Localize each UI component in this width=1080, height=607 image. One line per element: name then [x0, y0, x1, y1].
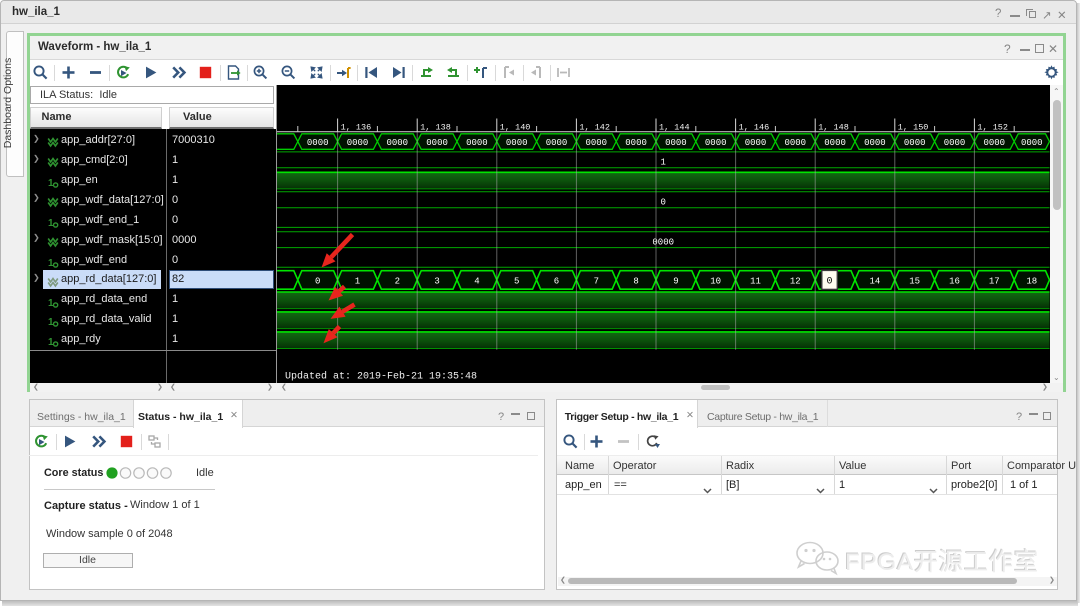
svg-text:14: 14	[869, 276, 880, 286]
svg-text:7: 7	[594, 276, 599, 286]
svg-text:1, 152: 1, 152	[977, 122, 1008, 132]
svg-text:2: 2	[395, 276, 400, 286]
svg-text:0: 0	[660, 197, 665, 207]
svg-text:1, 140: 1, 140	[500, 122, 531, 132]
svg-text:0000: 0000	[983, 138, 1005, 148]
svg-text:0000: 0000	[546, 138, 568, 148]
svg-text:0: 0	[826, 277, 832, 288]
svg-text:1, 146: 1, 146	[739, 122, 770, 132]
svg-text:11: 11	[750, 276, 761, 286]
svg-text:0000: 0000	[585, 138, 607, 148]
svg-text:0000: 0000	[705, 138, 727, 148]
svg-text:0000: 0000	[625, 138, 647, 148]
svg-text:8: 8	[633, 276, 638, 286]
svg-text:0000: 0000	[745, 138, 767, 148]
svg-text:1, 150: 1, 150	[898, 122, 929, 132]
svg-text:0000: 0000	[307, 138, 329, 148]
svg-text:10: 10	[710, 276, 721, 286]
svg-text:1, 142: 1, 142	[579, 122, 610, 132]
svg-text:1, 148: 1, 148	[818, 122, 849, 132]
svg-text:0000: 0000	[1021, 138, 1043, 148]
svg-text:12: 12	[790, 276, 801, 286]
svg-text:0000: 0000	[506, 138, 528, 148]
svg-text:0000: 0000	[904, 138, 926, 148]
svg-text:Updated at: 2019-Feb-21 19:35:: Updated at: 2019-Feb-21 19:35:48	[285, 370, 477, 382]
svg-text:1, 136: 1, 136	[341, 122, 372, 132]
svg-text:0000: 0000	[426, 138, 448, 148]
svg-text:17: 17	[989, 276, 1000, 286]
svg-text:1: 1	[48, 298, 54, 308]
svg-text:1: 1	[48, 178, 54, 188]
svg-text:1: 1	[660, 158, 665, 168]
svg-text:0: 0	[315, 276, 320, 286]
svg-text:0000: 0000	[824, 138, 846, 148]
svg-text:1: 1	[48, 317, 54, 327]
svg-text:9: 9	[673, 276, 678, 286]
svg-text:16: 16	[949, 276, 960, 286]
svg-text:0000: 0000	[864, 138, 886, 148]
svg-text:1: 1	[48, 218, 54, 228]
svg-text:1: 1	[48, 258, 54, 268]
svg-text:4: 4	[474, 276, 479, 286]
svg-text:3: 3	[434, 276, 439, 286]
svg-text:0000: 0000	[944, 138, 966, 148]
svg-text:0000: 0000	[386, 138, 408, 148]
svg-text:15: 15	[909, 276, 920, 286]
svg-text:5: 5	[514, 276, 519, 286]
svg-text:1, 144: 1, 144	[659, 122, 690, 132]
svg-text:1: 1	[355, 276, 360, 286]
svg-text:1, 138: 1, 138	[420, 122, 451, 132]
svg-text:0000: 0000	[347, 138, 369, 148]
svg-text:18: 18	[1026, 276, 1037, 286]
svg-text:0000: 0000	[665, 138, 687, 148]
svg-text:0000: 0000	[466, 138, 488, 148]
svg-text:1: 1	[48, 337, 54, 347]
svg-text:6: 6	[554, 276, 559, 286]
svg-text:0000: 0000	[784, 138, 806, 148]
